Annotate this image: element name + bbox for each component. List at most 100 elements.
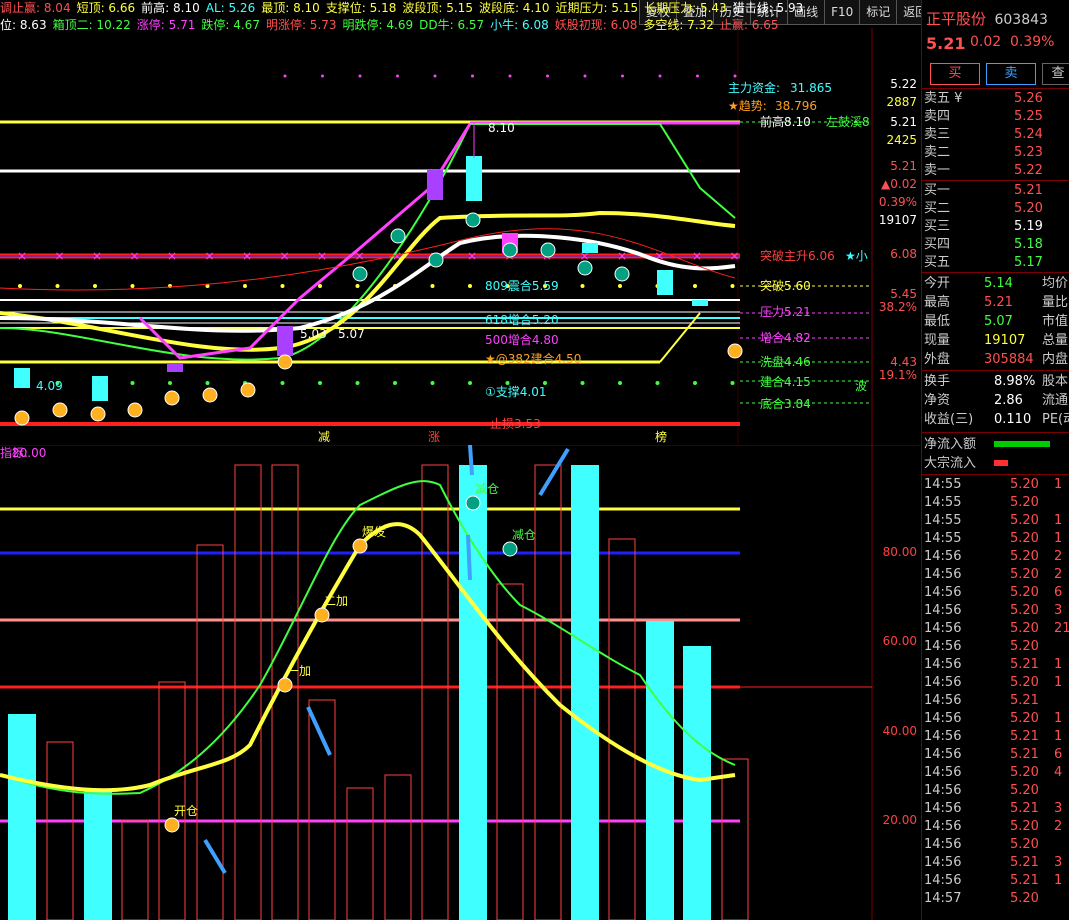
tick-row[interactable]: 14:56 5.20 2 bbox=[922, 548, 1069, 566]
tick-price: 5.20 bbox=[1010, 513, 1039, 528]
ask-row[interactable]: 卖五 ¥ 5.26 bbox=[924, 90, 1069, 108]
tick-qty: 1 bbox=[1054, 675, 1063, 690]
sell-button[interactable]: 卖 bbox=[986, 63, 1036, 85]
tick-row[interactable]: 14:56 5.20 6 bbox=[922, 584, 1069, 602]
indicator-subchart[interactable]: 指标: 20.00开仓一加二加爆发减仓减仓80.0060.0040.0020.0… bbox=[0, 445, 920, 920]
wash-label: 洗盘4.46 bbox=[760, 354, 811, 369]
buy-signal-icon bbox=[14, 410, 30, 426]
marker-x: × bbox=[242, 249, 252, 263]
stat-value: 19107 bbox=[984, 333, 1026, 348]
buy-signal-icon bbox=[52, 402, 68, 418]
dot-yellow bbox=[618, 284, 622, 288]
tick-time: 14:55 bbox=[924, 495, 962, 510]
tick-price: 5.20 bbox=[1010, 837, 1039, 852]
bid-row[interactable]: 买一 5.21 bbox=[924, 182, 1069, 200]
volume-bar bbox=[8, 714, 36, 920]
tick-row[interactable]: 14:55 5.20 bbox=[922, 494, 1069, 512]
tick-row[interactable]: 14:56 5.20 2 bbox=[922, 818, 1069, 836]
tick-price: 5.21 bbox=[1010, 657, 1039, 672]
stat-row: 净资 2.86 流通 bbox=[924, 391, 1069, 410]
bid-row[interactable]: 买五 5.17 bbox=[924, 254, 1069, 272]
sub-axis-label: 60.00 bbox=[883, 634, 917, 648]
signal-icon bbox=[465, 495, 481, 511]
sell-signal-icon bbox=[352, 266, 368, 282]
dot-yellow bbox=[243, 284, 247, 288]
stat-label: 换手 bbox=[924, 374, 951, 389]
ask-row[interactable]: 卖一 5.22 bbox=[924, 162, 1069, 180]
buy-signal-icon bbox=[727, 343, 743, 359]
marker-x: × bbox=[92, 249, 102, 263]
volume-bar bbox=[84, 790, 112, 920]
bid-row[interactable]: 买三 5.19 bbox=[924, 218, 1069, 236]
dot-green bbox=[205, 381, 210, 385]
tick-row[interactable]: 14:56 5.20 2 bbox=[922, 566, 1069, 584]
tick-row[interactable]: 14:56 5.20 bbox=[922, 638, 1069, 656]
signal-label: 爆发 bbox=[362, 524, 386, 539]
buy-button[interactable]: 买 bbox=[930, 63, 980, 85]
stat-label: 现量 bbox=[924, 333, 951, 348]
marker-x: × bbox=[279, 249, 289, 263]
ask-row[interactable]: 卖二 5.23 bbox=[924, 144, 1069, 162]
prev-high-label: 前高8.10 bbox=[760, 114, 811, 129]
tick-qty: 1 bbox=[1054, 531, 1063, 546]
tick-row[interactable]: 14:56 5.21 bbox=[922, 692, 1069, 710]
top-label: 8.10 bbox=[488, 121, 515, 135]
sell-signal-icon bbox=[614, 266, 630, 282]
dot-magenta bbox=[396, 74, 399, 78]
tick-row[interactable]: 14:56 5.20 bbox=[922, 836, 1069, 854]
build-label: 建合4.15 bbox=[760, 374, 811, 389]
tick-row[interactable]: 14:56 5.20 1 bbox=[922, 710, 1069, 728]
query-button[interactable]: 查 bbox=[1042, 63, 1069, 85]
dot-yellow bbox=[468, 284, 472, 288]
tick-row[interactable]: 14:55 5.20 1 bbox=[922, 476, 1069, 494]
toolbar-button-5[interactable]: F10 bbox=[824, 0, 861, 25]
volume-bar bbox=[459, 465, 487, 920]
main-fund-label: 主力资金: bbox=[728, 80, 780, 95]
price-axis-label: 2887 bbox=[886, 95, 917, 109]
stat-label: 最低 bbox=[924, 314, 951, 329]
tick-price: 5.21 bbox=[1010, 801, 1039, 816]
bid-row[interactable]: 买四 5.18 bbox=[924, 236, 1069, 254]
tick-row[interactable]: 14:56 5.21 1 bbox=[922, 656, 1069, 674]
ask-row[interactable]: 卖四 5.25 bbox=[924, 108, 1069, 126]
dot-green bbox=[655, 381, 660, 385]
toolbar-button-6[interactable]: 标记 bbox=[859, 0, 898, 25]
tick-row[interactable]: 14:56 5.21 3 bbox=[922, 800, 1069, 818]
candle bbox=[277, 326, 293, 356]
dot-yellow bbox=[55, 284, 60, 288]
tick-price: 5.21 bbox=[1010, 729, 1039, 744]
kline-chart[interactable]: ××××××××××××××××××××主力资金:31.865★趋势:38.79… bbox=[0, 28, 920, 445]
tick-row[interactable]: 14:56 5.21 1 bbox=[922, 872, 1069, 890]
tick-price: 5.20 bbox=[1010, 819, 1039, 834]
dot-green bbox=[618, 381, 622, 385]
tick-row[interactable]: 14:56 5.21 1 bbox=[922, 728, 1069, 746]
tick-row[interactable]: 14:56 5.20 4 bbox=[922, 764, 1069, 782]
indicator-value: 前高: 8.10 bbox=[141, 1, 200, 15]
tick-row[interactable]: 14:56 5.20 21 bbox=[922, 620, 1069, 638]
volume-bar bbox=[496, 583, 524, 920]
stat-label-2: 股本 bbox=[1042, 374, 1069, 389]
tick-qty: 4 bbox=[1054, 765, 1063, 780]
dot-magenta bbox=[508, 74, 512, 78]
tick-row[interactable]: 14:56 5.21 3 bbox=[922, 854, 1069, 872]
tick-row[interactable]: 14:55 5.20 1 bbox=[922, 530, 1069, 548]
stat-label-2: 均价 bbox=[1042, 276, 1069, 291]
ask-price: 5.22 bbox=[1014, 163, 1043, 178]
price-axis-label: 0.39% bbox=[879, 195, 917, 209]
price-axis-label: 5.22 bbox=[890, 77, 917, 91]
ask-row[interactable]: 卖三 5.24 bbox=[924, 126, 1069, 144]
tick-row[interactable]: 14:56 5.20 3 bbox=[922, 602, 1069, 620]
tick-price: 5.20 bbox=[1010, 567, 1039, 582]
tick-row[interactable]: 14:55 5.20 1 bbox=[922, 512, 1069, 530]
tick-time: 14:56 bbox=[924, 729, 962, 744]
bid-row[interactable]: 买二 5.20 bbox=[924, 200, 1069, 218]
arrow-icon bbox=[306, 706, 332, 756]
tick-row[interactable]: 14:56 5.20 bbox=[922, 782, 1069, 800]
stat-value: 5.14 bbox=[984, 276, 1013, 291]
tick-row[interactable]: 14:57 5.20 bbox=[922, 890, 1069, 908]
stat-value: 0.110 bbox=[994, 412, 1032, 427]
tick-row[interactable]: 14:56 5.20 1 bbox=[922, 674, 1069, 692]
tick-row[interactable]: 14:56 5.21 6 bbox=[922, 746, 1069, 764]
value-label: 5.07 bbox=[338, 327, 365, 341]
stat-row: 最高 5.21 量比 bbox=[924, 293, 1069, 312]
